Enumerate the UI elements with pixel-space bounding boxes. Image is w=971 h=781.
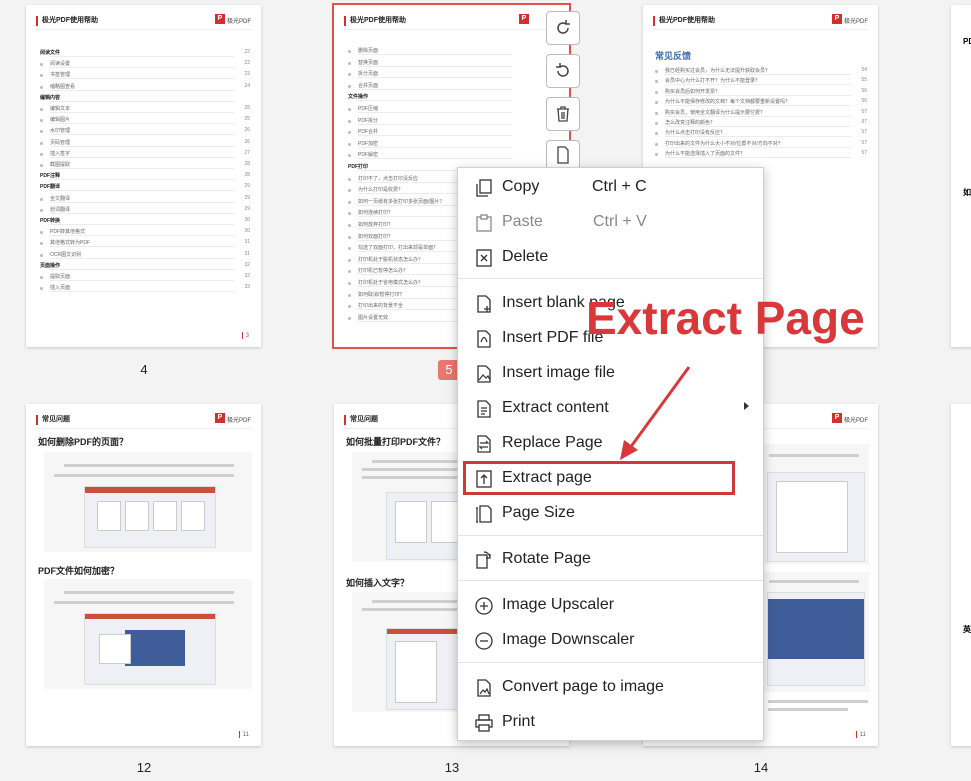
annotation-arrow bbox=[620, 366, 691, 460]
annotation-callout-text: Extract Page bbox=[586, 292, 865, 344]
